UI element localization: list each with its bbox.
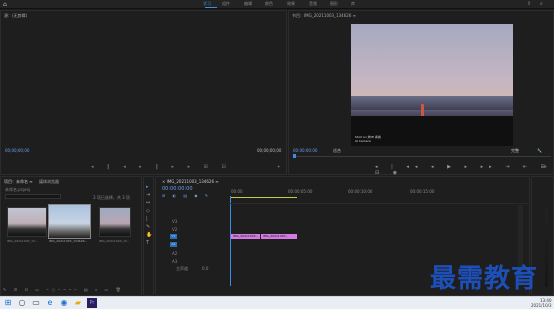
menu-edit[interactable]: 编辑 (244, 1, 252, 7)
project-panel: 项目：未命名 ≡ 媒体浏览器 未命名.prproj 3 项已选择，共 3 项 I… (0, 176, 142, 296)
program-fit[interactable]: 适合 (333, 148, 341, 154)
project-item-count: 3 项已选择，共 3 项 (93, 195, 130, 200)
program-timecode[interactable]: 00:00:00:00 (293, 148, 317, 153)
program-panel: 节目：IMG_20211003_134626 ≡ Shot on 米MI 青春 … (288, 10, 554, 176)
menu-color[interactable]: 颜色 (265, 1, 273, 7)
selection-tool-icon[interactable]: ▸ (146, 183, 153, 191)
ruler-0: 00:00 (231, 189, 243, 194)
wrench-icon[interactable]: 🔧 (537, 148, 542, 153)
mountains (351, 96, 513, 110)
track-a3[interactable]: A3 (172, 259, 177, 264)
source-duration: 00;00;00;00 (257, 148, 282, 153)
video-audio-divider (228, 203, 528, 204)
project-toolbar[interactable]: ✎ ☰ ⊟ ▭ ─○──── ▤ ⌕ ▭ 🗑 (3, 287, 124, 292)
program-ratio[interactable]: 完整 (511, 148, 519, 154)
project-thumb-3[interactable] (99, 207, 131, 237)
timeline-tab[interactable]: × IMG_20211003_134626 ≡ (162, 179, 219, 184)
windows-start-icon[interactable]: ⊞ (3, 298, 13, 308)
tools-panel: ▸ ⇥ ↔ ◇ | ✎ ✋ T (143, 176, 154, 296)
share-icon[interactable]: ⇧ (527, 1, 531, 7)
project-item-name-1: IMG_20211003_13... (7, 239, 38, 243)
project-thumb-2[interactable] (48, 204, 91, 239)
taskbar-clock: 13:40 2021/10/3 (531, 298, 552, 308)
program-scrubber[interactable] (293, 156, 551, 157)
meter-bar (545, 207, 548, 287)
edge-icon[interactable]: e (45, 298, 55, 308)
search-icon[interactable]: ⌕ (540, 1, 543, 7)
source-panel: 源：(无剪辑) 00;00;00;00 00;00;00;00 ◂ ‖ ◂ ▸ … (0, 10, 287, 175)
source-transport[interactable]: ◂ ‖ ◂ ▸ ‖ ▸ ▸ ⊞ ⊟ (91, 164, 232, 170)
timeline-timecode[interactable]: 00:00:00:00 (162, 186, 193, 192)
ruler-2: 00:00:10:00 (348, 189, 373, 194)
track-v2[interactable]: V2 (172, 227, 177, 232)
track-v3[interactable]: V3 (172, 219, 177, 224)
program-video-frame: Shot on 米MI 青春 AI Camera (351, 24, 513, 146)
track-v1-target[interactable]: V1 (170, 234, 177, 239)
menu-bar: ⌂ 学习 组件 编辑 颜色 效果 音频 图形 库 ⇧ ⌕ (0, 0, 554, 9)
menu-libraries[interactable]: 库 (351, 1, 355, 7)
menu-graphics[interactable]: 图形 (330, 1, 338, 7)
program-add-icon[interactable]: + (544, 164, 547, 169)
source-timecode[interactable]: 00;00;00;00 (5, 148, 29, 153)
menu-assembly[interactable]: 组件 (222, 1, 230, 7)
timeline-tools[interactable]: ⊞ ◐ ▤ ◆ ✎ (162, 193, 211, 198)
program-transport[interactable]: ◂ | ◂◂ ◂ ▶ ▸ ▸▸ ⇥ ⇤ ⊞ ⊟ ◉ (375, 164, 553, 176)
tower (421, 104, 424, 116)
master-volume[interactable]: 0.0 (202, 266, 208, 271)
program-title: 节目：IMG_20211003_134626 ≡ (292, 13, 356, 18)
ruler-1: 00:00:05:00 (288, 189, 313, 194)
camera-watermark: Shot on 米MI 青春 AI Camera (355, 135, 381, 143)
tool-icons[interactable]: ⇥ ↔ ◇ | ✎ ✋ T (146, 191, 153, 247)
work-area-bar[interactable] (231, 197, 297, 198)
project-tab[interactable]: 项目：未命名 ≡ (4, 179, 33, 185)
project-item-name-2: IMG_20211003_134626... (49, 239, 88, 243)
project-thumb-1[interactable] (7, 207, 47, 237)
explorer-icon[interactable]: ▰ (73, 298, 83, 308)
project-path: 未命名.prproj (5, 187, 31, 192)
track-a2[interactable]: A2 (172, 251, 177, 256)
track-a1-target[interactable]: A1 (170, 242, 177, 247)
timeline-clip-2[interactable]: IMG_20211003... (261, 234, 297, 239)
browser-icon[interactable]: ◉ (59, 298, 69, 308)
source-add-icon[interactable]: + (277, 164, 280, 169)
active-underline (205, 7, 217, 8)
brand-watermark: 最需教育 (430, 264, 539, 294)
media-browser-tab[interactable]: 媒体浏览器 (39, 179, 59, 185)
ruler-3: 00:00:15:00 (410, 189, 435, 194)
taskbar-search-icon[interactable]: ○ (17, 298, 27, 308)
timeline-playhead[interactable] (230, 196, 231, 286)
timeline-clip-1[interactable]: IMG_20211003... (231, 234, 260, 239)
premiere-icon[interactable]: Pr (87, 298, 97, 308)
project-item-name-3: IMG_20211003_13... (99, 239, 130, 243)
project-search-input[interactable] (5, 194, 61, 199)
source-title: 源：(无剪辑) (4, 13, 28, 18)
master-track: 主声道 (176, 266, 188, 271)
taskbar: ⊞ ○ ▭ e ◉ ▰ Pr 13:40 2021/10/3 (0, 296, 554, 309)
menu-audio[interactable]: 音频 (309, 1, 317, 7)
program-playhead[interactable] (293, 154, 296, 158)
task-view-icon[interactable]: ▭ (31, 298, 41, 308)
home-icon[interactable]: ⌂ (3, 1, 7, 8)
menu-effects[interactable]: 效果 (287, 1, 295, 7)
